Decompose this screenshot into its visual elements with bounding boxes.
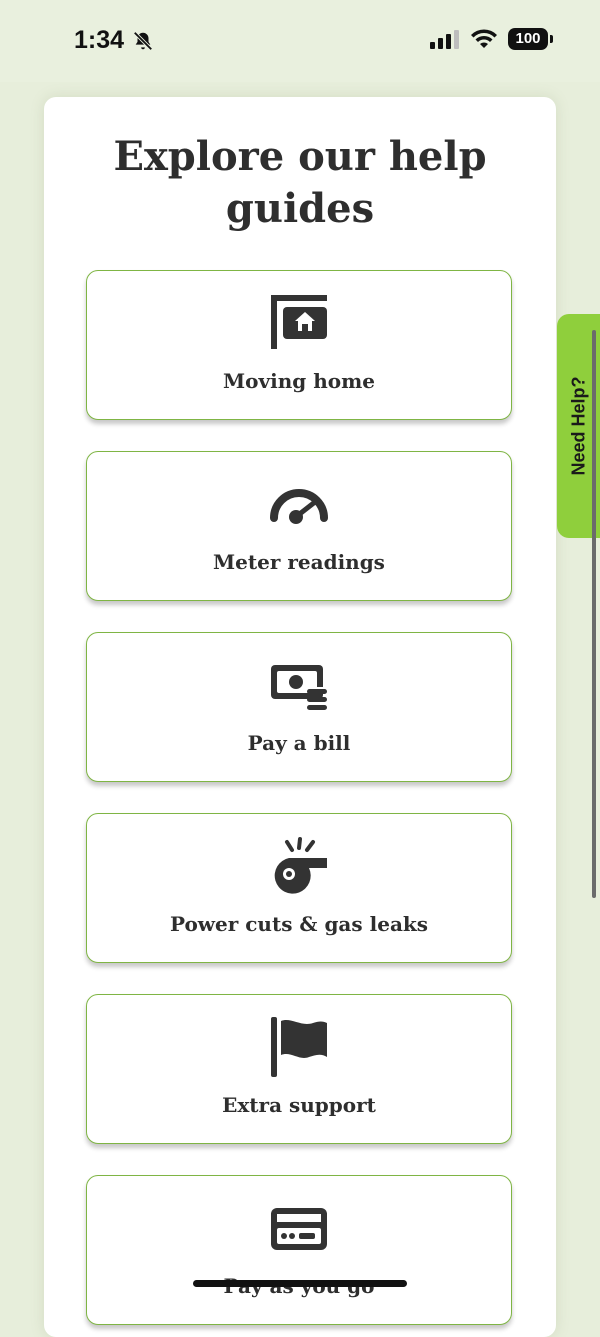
guide-label: Power cuts & gas leaks	[169, 912, 429, 936]
flag-icon	[271, 1017, 327, 1077]
credit-card-icon	[271, 1208, 327, 1250]
guide-extra-support[interactable]: Extra support	[86, 994, 512, 1144]
signal-icon	[430, 30, 459, 49]
whistle-icon	[274, 837, 327, 894]
need-help-label: Need Help?	[568, 376, 588, 476]
battery-icon: 100	[508, 28, 553, 50]
status-bar: 1:34 100	[0, 0, 600, 82]
guide-label: Extra support	[222, 1093, 376, 1117]
wifi-icon	[471, 29, 497, 48]
guide-power-cuts-gas-leaks[interactable]: Power cuts & gas leaks	[86, 813, 512, 963]
home-indicator[interactable]	[193, 1280, 407, 1287]
guide-moving-home[interactable]: Moving home	[86, 270, 512, 420]
scrollbar[interactable]	[592, 330, 596, 898]
money-bill-icon	[271, 665, 327, 710]
bell-slash-icon	[133, 30, 153, 51]
guide-pay-as-you-go[interactable]: Pay as you go	[86, 1175, 512, 1325]
guide-label: Pay a bill	[247, 731, 351, 755]
guide-meter-readings[interactable]: Meter readings	[86, 451, 512, 601]
time-text: 1:34	[74, 26, 125, 54]
house-sign-icon	[271, 295, 327, 349]
gauge-icon	[270, 489, 328, 524]
guide-pay-a-bill[interactable]: Pay a bill	[86, 632, 512, 782]
page-title: Explore our help guides	[113, 133, 487, 232]
clock: 1:34	[74, 26, 154, 55]
battery-level: 100	[515, 30, 541, 47]
guide-label: Moving home	[223, 369, 375, 393]
guide-label: Meter readings	[213, 550, 385, 574]
status-icons: 100	[430, 28, 553, 50]
help-guides-card: Explore our help guides Moving home Mete…	[44, 97, 556, 1337]
